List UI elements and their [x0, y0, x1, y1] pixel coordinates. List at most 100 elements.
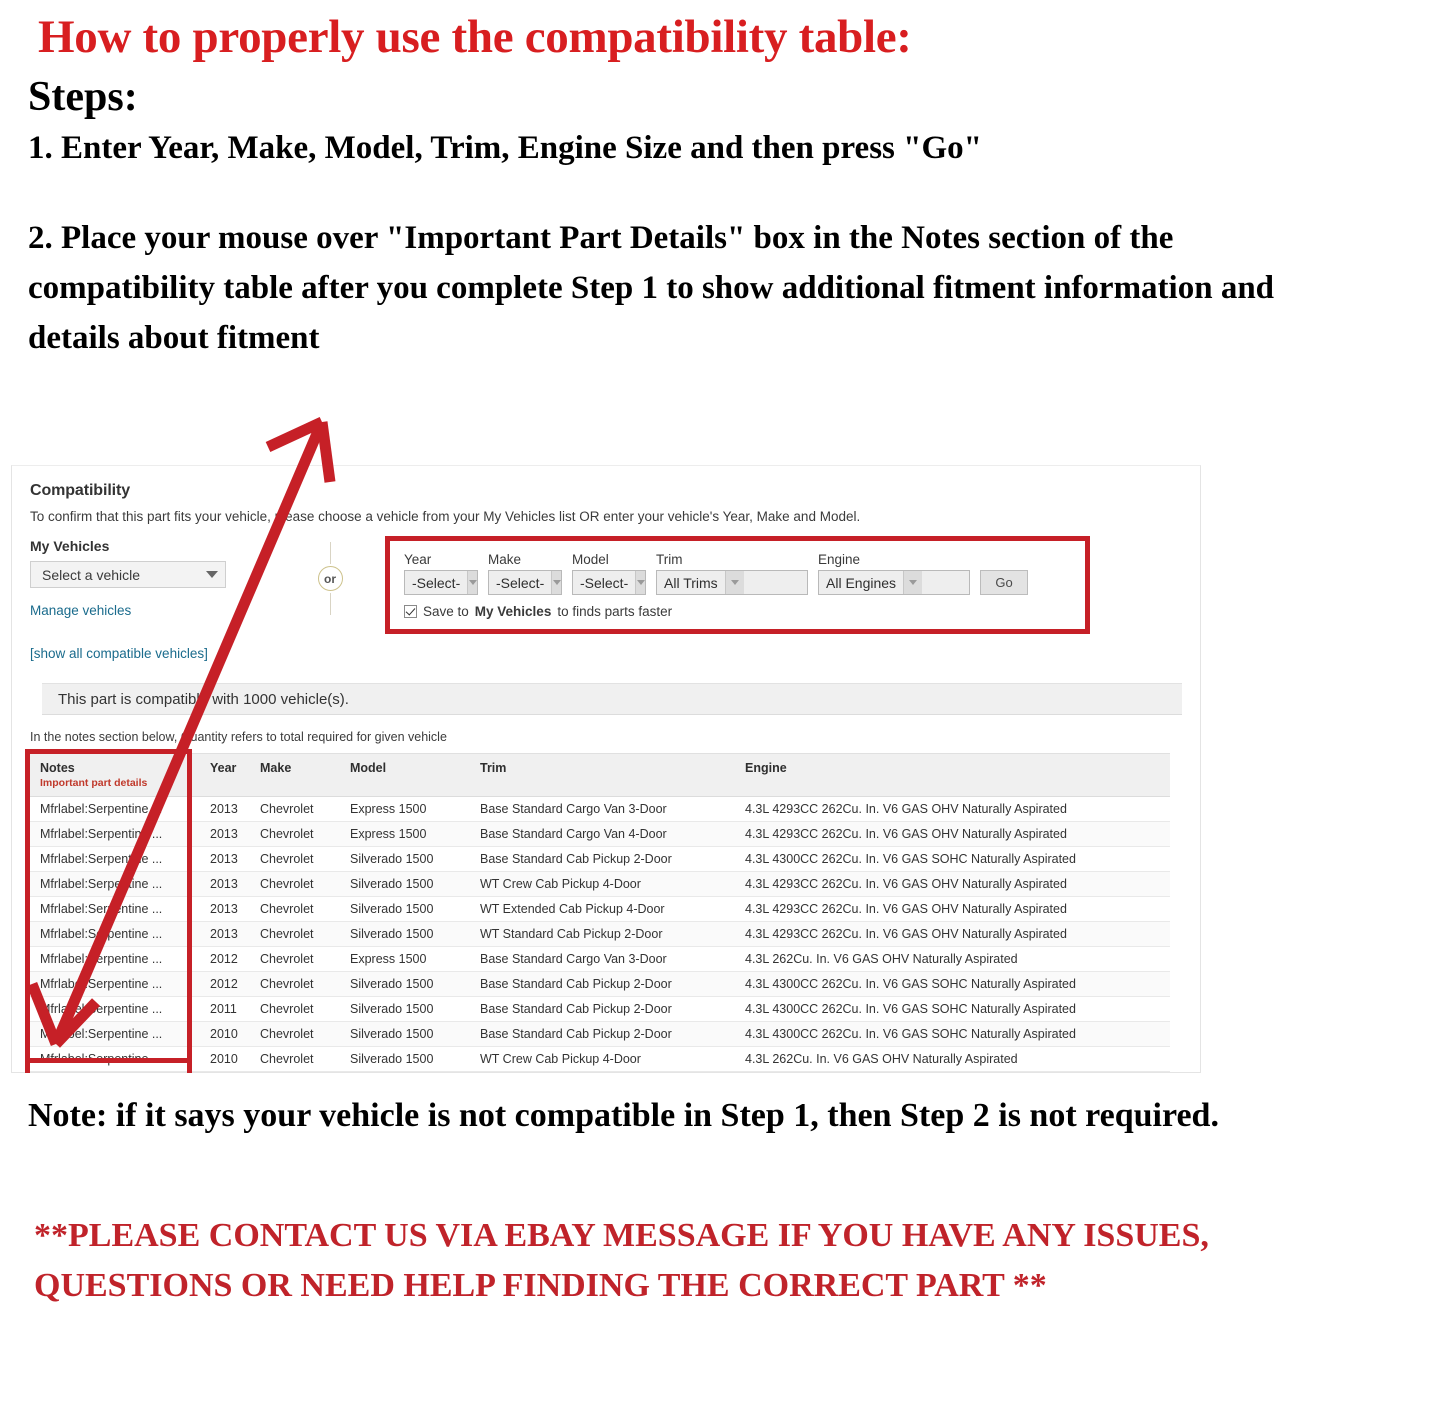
cell-engine: 4.3L 262Cu. In. V6 GAS OHV Naturally Asp… [735, 946, 1170, 972]
cell-make: Chevrolet [250, 971, 340, 997]
cell-model: Silverado 1500 [340, 846, 470, 872]
cell-engine: 4.3L 262Cu. In. V6 GAS OHV Naturally Asp… [735, 1046, 1170, 1072]
my-vehicles-label: My Vehicles [30, 538, 110, 554]
column-header-model[interactable]: Model [340, 753, 470, 797]
cell-engine: 4.3L 4293CC 262Cu. In. V6 GAS OHV Natura… [735, 871, 1170, 897]
cell-engine: 4.3L 4293CC 262Cu. In. V6 GAS OHV Natura… [735, 821, 1170, 847]
cell-make: Chevrolet [250, 1071, 340, 1072]
table-row: Mfrlabel:Serpentine ... 2010 Chevrolet S… [30, 1021, 1170, 1047]
cell-notes[interactable]: Mfrlabel:Serpentine ... [30, 946, 200, 972]
save-to-my-vehicles-checkbox[interactable] [404, 605, 417, 618]
cell-trim: Base Standard Cab Pickup 2-Door [470, 1021, 735, 1047]
cell-year: 2011 [200, 996, 250, 1022]
cell-notes[interactable]: Mfrlabel:Serpentine ... [30, 1021, 200, 1047]
cell-model: Express 1500 [340, 946, 470, 972]
cell-make: Chevrolet [250, 896, 340, 922]
cell-notes[interactable]: Mfrlabel:Serpentine ... [30, 1071, 200, 1072]
chevron-down-icon [206, 571, 218, 578]
cell-engine: 4.3L 262Cu. In. V6 GAS OHV Naturally Asp… [735, 1071, 1170, 1072]
trim-select-value: All Trims [664, 574, 718, 591]
cell-notes[interactable]: Mfrlabel:Serpentine ... [30, 971, 200, 997]
cell-engine: 4.3L 4293CC 262Cu. In. V6 GAS OHV Natura… [735, 796, 1170, 822]
vehicle-entry-form-highlight: Year -Select- Make -Select- Model -Selec… [385, 536, 1090, 634]
engine-select[interactable]: All Engines [818, 570, 970, 595]
chevron-down-icon [551, 571, 561, 594]
trim-select[interactable]: All Trims [656, 570, 808, 595]
table-row: Mfrlabel:Serpentine ... 2013 Chevrolet S… [30, 846, 1170, 872]
steps-label: Steps: [28, 74, 138, 120]
compatibility-table-body: Mfrlabel:Serpentine ... 2013 Chevrolet E… [30, 796, 1170, 1072]
cell-model: Silverado 1500 [340, 871, 470, 897]
column-header-trim[interactable]: Trim [470, 753, 735, 797]
cell-trim: WT Crew Cab Pickup 4-Door [470, 1046, 735, 1072]
cell-year: 2013 [200, 846, 250, 872]
cell-trim: WT Standard Cab Pickup 2-Door [470, 921, 735, 947]
compatibility-count-banner: This part is compatible with 1000 vehicl… [42, 683, 1182, 715]
year-select[interactable]: -Select- [404, 570, 478, 595]
instructions-block: How to properly use the compatibility ta… [0, 14, 1445, 363]
cell-trim: Base Standard Cab Pickup 2-Door [470, 996, 735, 1022]
cell-year: 2010 [200, 1021, 250, 1047]
make-select-value: -Select- [496, 574, 545, 591]
table-row: Mfrlabel:Serpentine ... 2013 Chevrolet E… [30, 796, 1170, 822]
compatibility-subtext: To confirm that this part fits your vehi… [30, 509, 861, 524]
cell-notes[interactable]: Mfrlabel:Serpentine ... [30, 846, 200, 872]
cell-year: 2012 [200, 971, 250, 997]
vehicle-selection-row: My Vehicles Select a vehicle Manage vehi… [30, 536, 1182, 661]
my-vehicles-select[interactable]: Select a vehicle [30, 561, 226, 588]
cell-engine: 4.3L 4300CC 262Cu. In. V6 GAS SOHC Natur… [735, 971, 1170, 997]
cell-model: Silverado 1500 [340, 1046, 470, 1072]
footer-note: Note: if it says your vehicle is not com… [28, 1097, 1219, 1134]
cell-model: Silverado 1500 [340, 971, 470, 997]
model-select[interactable]: -Select- [572, 570, 646, 595]
show-all-compatible-vehicles-link[interactable]: [show all compatible vehicles] [30, 646, 275, 661]
compatibility-heading: Compatibility [30, 482, 131, 499]
cell-make: Chevrolet [250, 846, 340, 872]
cell-engine: 4.3L 4300CC 262Cu. In. V6 GAS SOHC Natur… [735, 996, 1170, 1022]
cell-trim: Base Standard Cab Pickup 2-Door [470, 846, 735, 872]
cell-notes[interactable]: Mfrlabel:Serpentine ... [30, 921, 200, 947]
save-strong-text: My Vehicles [474, 604, 552, 619]
year-select-value: -Select- [412, 574, 461, 591]
cell-notes[interactable]: Mfrlabel:Serpentine ... [30, 871, 200, 897]
cell-notes[interactable]: Mfrlabel:Serpentine ... [30, 996, 200, 1022]
footer-contact: **PLEASE CONTACT US VIA EBAY MESSAGE IF … [34, 1217, 1209, 1305]
cell-notes[interactable]: Mfrlabel:Serpentine ... [30, 821, 200, 847]
year-label: Year [404, 552, 432, 567]
quantity-note: In the notes section below, Quantity ref… [30, 730, 447, 744]
manage-vehicles-link[interactable]: Manage vehicles [30, 603, 275, 618]
cell-make: Chevrolet [250, 821, 340, 847]
page-title: How to properly use the compatibility ta… [38, 11, 912, 63]
cell-notes[interactable]: Mfrlabel:Serpentine ... [30, 896, 200, 922]
vehicle-entry-fields: Year -Select- Make -Select- Model -Selec… [404, 552, 1071, 595]
table-row: Mfrlabel:Serpentine ... 2013 Chevrolet S… [30, 896, 1170, 922]
table-row: Mfrlabel:Serpentine ... 2010 Chevrolet S… [30, 1071, 1170, 1072]
chevron-down-icon [635, 571, 645, 594]
save-suffix-text: to finds parts faster [557, 604, 673, 619]
cell-model: Silverado 1500 [340, 1021, 470, 1047]
step-1-text: 1. Enter Year, Make, Model, Trim, Engine… [28, 130, 982, 167]
cell-year: 2013 [200, 796, 250, 822]
chevron-down-icon [724, 571, 744, 594]
cell-year: 2010 [200, 1046, 250, 1072]
trim-label: Trim [656, 552, 683, 567]
model-field-group: Model -Select- [572, 552, 646, 595]
cell-engine: 4.3L 4293CC 262Cu. In. V6 GAS OHV Natura… [735, 896, 1170, 922]
cell-notes[interactable]: Mfrlabel:Serpentine ... [30, 1046, 200, 1072]
table-row: Mfrlabel:Serpentine ... 2013 Chevrolet S… [30, 871, 1170, 897]
column-header-engine[interactable]: Engine [735, 753, 1170, 797]
table-row: Mfrlabel:Serpentine ... 2013 Chevrolet E… [30, 821, 1170, 847]
make-select[interactable]: -Select- [488, 570, 562, 595]
compatibility-table: Notes Important part details Year Make M… [30, 753, 1170, 1072]
cell-make: Chevrolet [250, 921, 340, 947]
column-header-year[interactable]: Year [200, 753, 250, 797]
cell-model: Silverado 1500 [340, 896, 470, 922]
cell-trim: WT Extended Cab Pickup 4-Door [470, 1071, 735, 1072]
trim-field-group: Trim All Trims [656, 552, 808, 595]
column-header-make[interactable]: Make [250, 753, 340, 797]
go-button[interactable]: Go [980, 570, 1028, 595]
cell-year: 2012 [200, 946, 250, 972]
column-header-notes[interactable]: Notes Important part details [30, 753, 200, 797]
cell-notes[interactable]: Mfrlabel:Serpentine ... [30, 796, 200, 822]
save-to-my-vehicles-row[interactable]: Save to My Vehicles to finds parts faste… [404, 604, 1071, 619]
